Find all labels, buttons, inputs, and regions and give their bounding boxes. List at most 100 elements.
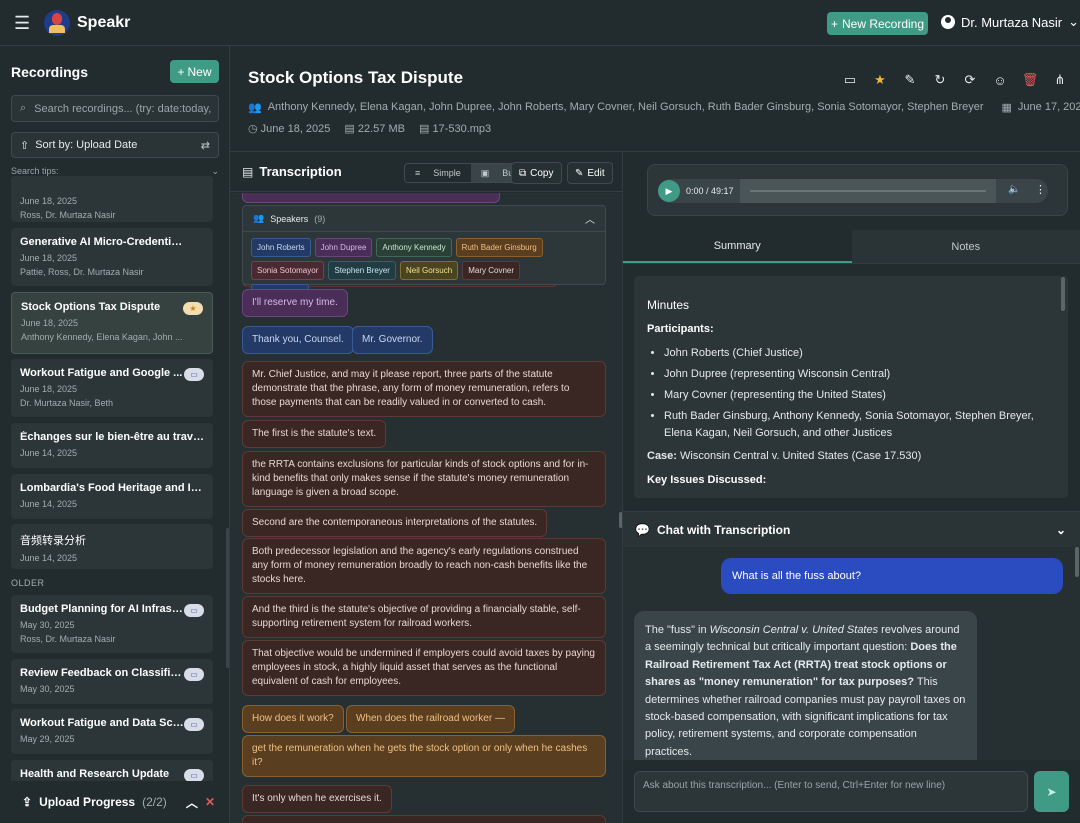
send-icon: ➤ [1046, 784, 1057, 799]
recording-item[interactable]: Budget Planning for AI Infrastr... May 3… [11, 595, 213, 653]
participants-meta: 👥 Anthony Kennedy, Elena Kagan, John Dup… [248, 101, 1080, 114]
speaker-tag[interactable]: Neil Gorsuch [399, 261, 459, 280]
bubble-partial [242, 815, 606, 823]
older-section-label: OLDER [11, 578, 45, 588]
recording-item[interactable]: 音频转录分析 June 14, 2025 [11, 524, 213, 569]
inbox-icon: ▭ [184, 718, 204, 731]
inbox-icon: ▭ [184, 668, 204, 681]
user-edit-icon[interactable]: ☺ [991, 72, 1009, 88]
bubble-partial [242, 193, 500, 203]
recording-item[interactable]: Workout Fatigue and Data Scra... May 29,… [11, 709, 213, 754]
transcript-bubble: How does it work? [242, 705, 344, 733]
speaker-tag[interactable]: John Roberts [251, 238, 311, 257]
simple-view-button[interactable]: ≡ Simple [405, 164, 471, 182]
inbox-icon: ▭ [184, 368, 204, 381]
speaker-tag[interactable]: Anthony Kennedy [376, 238, 452, 257]
transcript-bubble: Both predecessor legislation and the age… [242, 538, 606, 594]
recording-item[interactable]: Lombardia's Food Heritage and Inno... Ju… [11, 474, 213, 519]
sort-button[interactable]: ⇧ Sort by: Upload Date ⇄ [11, 132, 219, 158]
swap-icon[interactable]: ⇄ [201, 139, 210, 152]
recording-item[interactable]: Review Feedback on Classificati... May 3… [11, 659, 213, 704]
play-button[interactable]: ▶ [658, 180, 680, 202]
plus-icon: + [830, 16, 838, 31]
brand-name: Speakr [77, 14, 131, 31]
send-button[interactable]: ➤ [1034, 771, 1069, 812]
player-time: 0:00 / 49:17 [686, 186, 734, 196]
recording-item[interactable]: Generative AI Micro-Credentials at ... J… [11, 228, 213, 286]
transcript-bubble: the RRTA contains exclusions for particu… [242, 451, 606, 507]
chevron-up-icon[interactable]: ︿ [585, 211, 595, 226]
transcript-bubble: The first is the statute's text. [242, 420, 387, 448]
users-icon: 👥 [248, 102, 262, 114]
menu-icon[interactable]: ☰ [14, 13, 30, 34]
player-controls: ▶ 0:00 / 49:17 🔈 ⋮ [658, 179, 1048, 203]
new-button[interactable]: + New [170, 60, 219, 83]
calendar-icon: ▦ [1001, 102, 1012, 114]
users-icon: 👥 [253, 213, 265, 223]
plus-icon: + [177, 64, 185, 79]
sort-icon: ⇧ [20, 139, 30, 152]
chat-messages: What is all the fuss about? The "fuss" i… [623, 547, 1080, 760]
speaker-tag[interactable]: John Dupree [314, 238, 373, 257]
speaker-tag[interactable]: Sonia Sotomayor [251, 261, 325, 280]
transcript-bubble: I'll reserve my time. [242, 289, 348, 317]
speaker-tag[interactable]: Mary Covner [462, 261, 521, 280]
list-icon: ≡ [415, 168, 421, 178]
summary-scrollbar[interactable] [1061, 277, 1065, 311]
tab-notes[interactable]: Notes [851, 230, 1080, 263]
transcript-bubble: It's only when he exercises it. [242, 785, 392, 813]
recording-header: Stock Options Tax Dispute ▭ ★ ✎ ↻ ⟳ ☺ 🗑 … [230, 46, 1080, 152]
chat-header[interactable]: 💬 Chat with Transcription ⌄ [623, 511, 1080, 547]
search-icon: ⌕ [20, 102, 27, 114]
sidebar-title: Recordings [11, 64, 89, 80]
chevron-down-icon: ⌄ [211, 166, 219, 176]
star-icon[interactable]: ★ [871, 72, 889, 88]
inbox-icon: ▭ [184, 604, 204, 617]
close-icon[interactable]: ✕ [205, 795, 215, 809]
recordings-sidebar: Recordings + New ⌕ Search recordings... (t… [0, 46, 230, 823]
copy-button[interactable]: ⧉ Copy [511, 162, 562, 184]
speakers-panel: 👥 Speakers (9) ︿ John Roberts John Dupre… [242, 205, 606, 303]
search-input[interactable]: ⌕ Search recordings... (try: date:today, [11, 95, 219, 122]
tab-summary[interactable]: Summary [623, 230, 852, 263]
case-line: Case: Wisconsin Central v. United States… [647, 450, 922, 462]
key-issues-label: Key Issues Discussed: [647, 474, 767, 486]
transcript-bubble: get the remuneration when he gets the st… [242, 735, 606, 777]
chat-input[interactable]: Ask about this transcription... (Enter t… [634, 771, 1028, 812]
participants-label: Participants: [647, 323, 714, 335]
speaker-tag[interactable]: Stephen Breyer [328, 261, 396, 280]
recording-item[interactable]: Échanges sur le bien-être au travail Jun… [11, 423, 213, 468]
redo-icon[interactable]: ↻ [931, 72, 949, 88]
edit-icon: ✎ [575, 167, 584, 179]
share-icon[interactable]: ⋔ [1051, 72, 1069, 88]
upload-progress-bar[interactable]: ⇪ Upload Progress (2/2) ︿ ✕ [11, 781, 219, 823]
star-icon: ★ [183, 302, 203, 315]
chevron-down-icon[interactable]: ⌄ [1056, 523, 1066, 537]
refresh-icon[interactable]: ⟳ [961, 72, 979, 88]
chat-scrollbar[interactable] [1075, 547, 1079, 577]
user-menu[interactable]: Dr. Murtaza Nasir ⌄ [941, 14, 1079, 30]
transcript-bubble: Second are the contemporaneous interpret… [242, 509, 548, 537]
recording-item[interactable]: June 18, 2025 Ross, Dr. Murtaza Nasir [11, 176, 213, 222]
speakers-header[interactable]: 👥 Speakers (9) ︿ [243, 206, 605, 232]
file-icon: ▤ [344, 123, 355, 135]
transcript-bubble: Thank you, Counsel. [242, 326, 354, 354]
comments-icon: ▣ [480, 167, 490, 178]
more-options-icon[interactable]: ⋮ [1035, 183, 1046, 196]
audio-file-icon: ▤ [418, 123, 430, 135]
seek-bar[interactable] [740, 179, 996, 203]
volume-icon[interactable]: 🔈 [1008, 184, 1020, 195]
trash-icon[interactable]: 🗑 [1021, 72, 1039, 88]
recording-item-active[interactable]: Stock Options Tax Dispute June 18, 2025 … [11, 292, 213, 354]
edit-button[interactable]: ✎ Edit [567, 162, 613, 184]
audio-player: ▶ 0:00 / 49:17 🔈 ⋮ [647, 164, 1068, 216]
new-recording-button[interactable]: + New Recording [827, 12, 928, 35]
edit-icon[interactable]: ✎ [901, 72, 919, 88]
transcript-bubble: Mr. Chief Justice, and may it please rep… [242, 361, 606, 417]
chevron-up-icon[interactable]: ︿ [186, 794, 198, 811]
inbox-icon[interactable]: ▭ [841, 72, 859, 88]
participant-item: Mary Covner (representing the United Sta… [664, 387, 1055, 404]
top-bar: ☰ Speakr + New Recording Dr. Murtaza Nasi… [0, 0, 1080, 46]
speaker-tag[interactable]: Ruth Bader Ginsburg [455, 238, 543, 257]
recording-item[interactable]: Workout Fatigue and Google ... June 18, … [11, 359, 213, 417]
